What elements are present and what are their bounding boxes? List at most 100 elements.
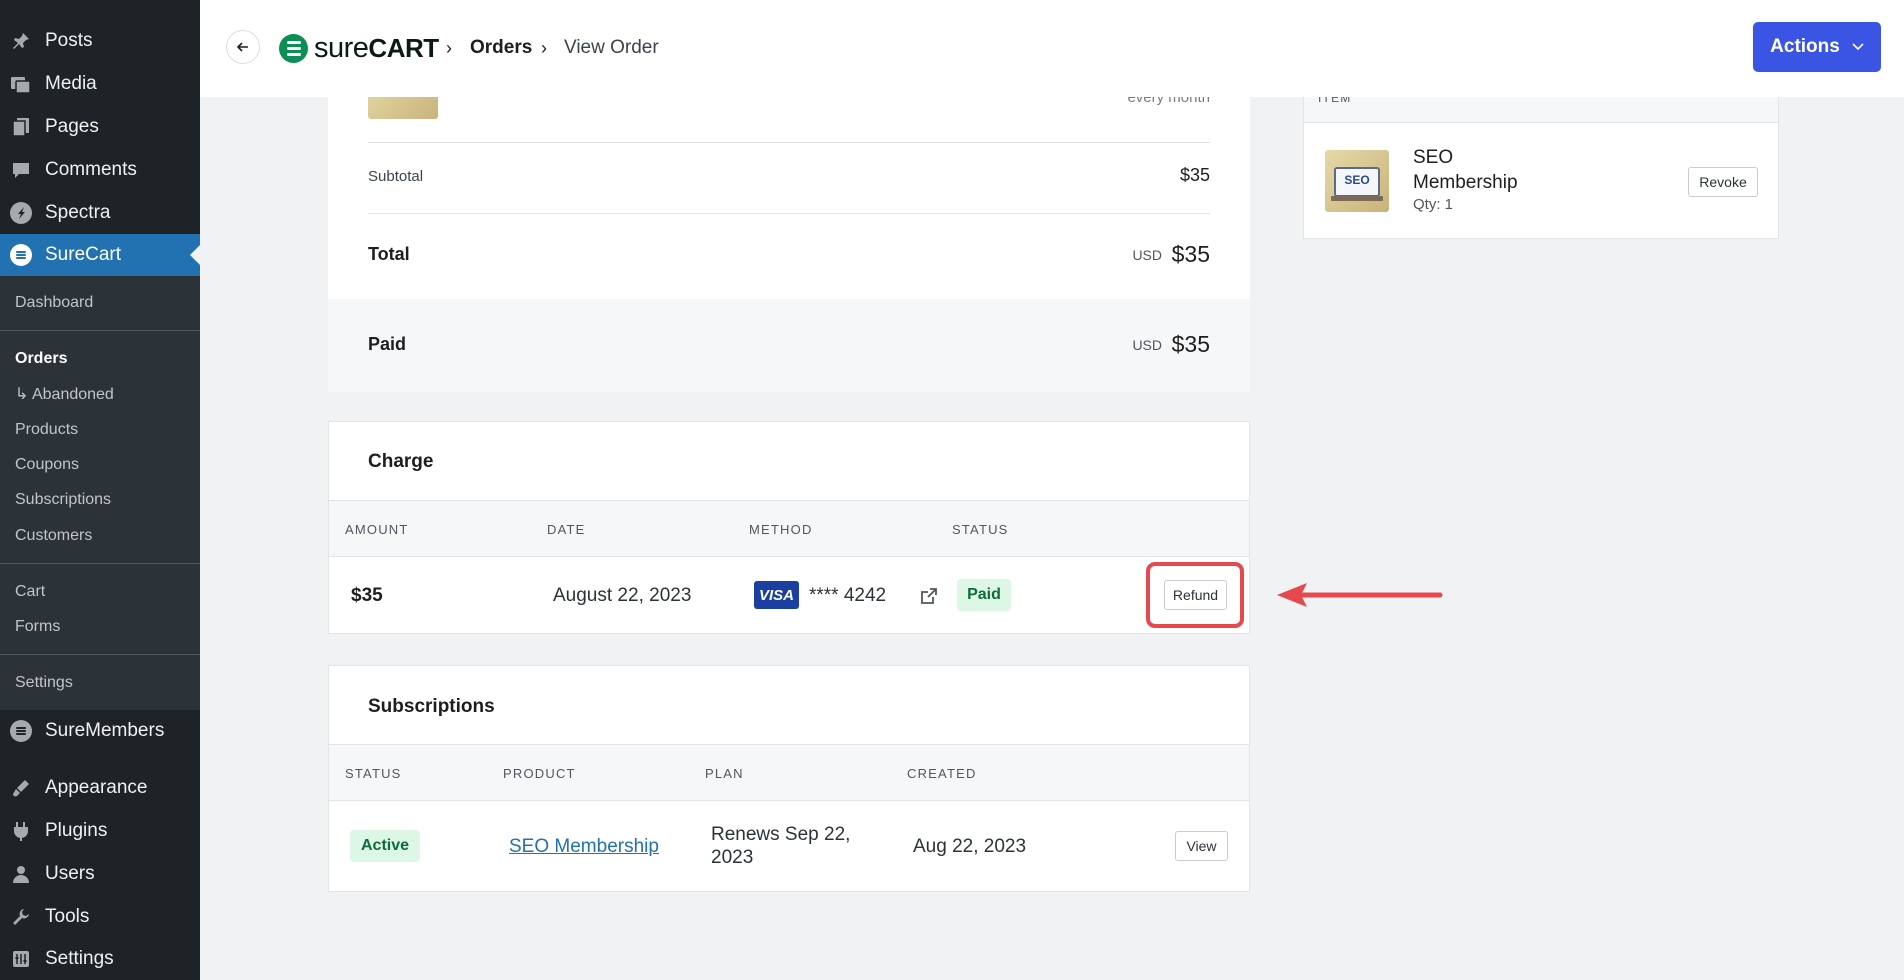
menu-label: Tools <box>45 906 90 927</box>
chevron-down-icon <box>1852 43 1864 51</box>
menu-label: Settings <box>45 948 114 969</box>
view-button[interactable]: View <box>1175 831 1228 861</box>
purchases-header: ITEM <box>1304 97 1778 123</box>
surecart-icon <box>10 244 32 266</box>
plan-line-2: 2023 <box>711 847 754 868</box>
pin-icon <box>10 30 32 52</box>
appearance-icon <box>10 777 32 799</box>
menu-label: Plugins <box>45 820 108 841</box>
item-quantity: Qty: 1 <box>1413 196 1454 213</box>
chevron-right-icon: › <box>446 38 452 58</box>
pages-icon <box>10 116 32 138</box>
menu-posts[interactable]: Posts <box>0 20 200 62</box>
divider <box>368 213 1210 214</box>
submenu-customers[interactable]: Customers <box>15 526 92 546</box>
highlight-box <box>1146 562 1244 628</box>
submenu-products[interactable]: Products <box>15 420 78 440</box>
column-header: METHOD <box>749 522 813 537</box>
card-number: **** 4242 <box>809 585 887 606</box>
actions-button[interactable]: Actions <box>1753 22 1881 72</box>
total-value: $35 <box>1171 241 1210 267</box>
submenu-coupons[interactable]: Coupons <box>15 455 79 475</box>
back-button[interactable] <box>226 30 260 64</box>
item-name-line-1: SEO <box>1413 147 1454 168</box>
submenu-forms[interactable]: Forms <box>15 617 60 637</box>
plugin-icon <box>10 820 32 842</box>
menu-users[interactable]: Users <box>0 853 200 895</box>
arrow-annotation <box>1277 583 1443 607</box>
breadcrumb-orders[interactable]: Orders <box>470 37 532 59</box>
menu-label: Pages <box>45 116 99 137</box>
column-header: PLAN <box>705 766 744 781</box>
status-badge: Paid <box>957 579 1011 611</box>
menu-comments[interactable]: Comments <box>0 149 200 191</box>
paid-value: $35 <box>1171 331 1210 357</box>
paid-currency: USD <box>1132 337 1162 353</box>
charge-table-header: AMOUNT DATE METHOD STATUS <box>329 500 1249 557</box>
table-row: $35 August 22, 2023 VISA **** 4242 Paid … <box>329 557 1249 633</box>
menu-settings[interactable]: Settings <box>0 938 200 980</box>
subscriptions-title: Subscriptions <box>368 696 495 717</box>
menu-label: Users <box>45 863 95 884</box>
created-date: Aug 22, 2023 <box>913 836 1027 857</box>
charge-date: August 22, 2023 <box>553 585 692 606</box>
menu-label: Media <box>45 73 97 94</box>
page-header: sureCART › Orders › View Order Actions <box>200 0 1904 97</box>
menu-plugins[interactable]: Plugins <box>0 810 200 852</box>
divider <box>0 330 200 331</box>
arrow-left-icon <box>236 42 248 52</box>
visa-card-icon: VISA <box>754 581 799 609</box>
column-header: STATUS <box>952 522 1009 537</box>
revoke-button[interactable]: Revoke <box>1688 167 1758 197</box>
table-row: Active SEO Membership Renews Sep 22, 202… <box>329 801 1249 891</box>
order-summary-card: every month Subtotal $35 Total USD $35 P… <box>328 77 1250 392</box>
user-icon <box>10 863 32 885</box>
submenu-abandoned[interactable]: ↳ Abandoned <box>15 385 114 405</box>
submenu-dashboard[interactable]: Dashboard <box>15 293 93 313</box>
menu-suremembers[interactable]: SureMembers <box>0 710 200 752</box>
divider <box>368 142 1210 143</box>
submenu-cart[interactable]: Cart <box>15 582 45 602</box>
menu-label: Comments <box>45 159 137 180</box>
external-link-icon[interactable] <box>919 586 939 606</box>
spectra-icon <box>10 202 32 224</box>
product-link[interactable]: SEO Membership <box>509 836 659 858</box>
divider <box>0 563 200 564</box>
charge-card: Charge AMOUNT DATE METHOD STATUS $35 Aug… <box>328 421 1250 634</box>
column-header: CREATED <box>907 766 977 781</box>
breadcrumb-current: View Order <box>564 37 659 58</box>
total-currency: USD <box>1132 247 1162 263</box>
submenu-orders[interactable]: Orders <box>15 349 67 369</box>
menu-media[interactable]: Media <box>0 63 200 105</box>
menu-label: Appearance <box>45 777 148 798</box>
menu-surecart[interactable]: SureCart <box>0 234 200 276</box>
menu-tools[interactable]: Tools <box>0 896 200 938</box>
column-header: DATE <box>547 522 586 537</box>
subscriptions-table-header: STATUS PRODUCT PLAN CREATED <box>329 744 1249 801</box>
chevron-right-icon: › <box>541 38 547 58</box>
actions-label: Actions <box>1770 36 1840 57</box>
comment-icon <box>10 159 32 181</box>
submenu-subscriptions[interactable]: Subscriptions <box>15 490 111 510</box>
paid-label: Paid <box>368 334 407 354</box>
menu-pages[interactable]: Pages <box>0 106 200 148</box>
submenu-settings[interactable]: Settings <box>15 673 73 693</box>
paid-row: Paid USD $35 <box>328 299 1250 392</box>
menu-spectra[interactable]: Spectra <box>0 192 200 234</box>
wrench-icon <box>10 906 32 928</box>
suremembers-icon <box>10 720 32 742</box>
card-brand: VISA <box>758 586 794 604</box>
product-thumbnail: SEO <box>1325 150 1389 212</box>
charge-title: Charge <box>368 451 434 472</box>
plan-line-1: Renews Sep 22, <box>711 824 851 845</box>
column-header: AMOUNT <box>345 522 409 537</box>
media-icon <box>10 73 32 95</box>
menu-label: SureCart <box>45 244 122 265</box>
purchases-card: ITEM SEO SEO Membership Qty: 1 Revoke <box>1303 97 1779 239</box>
column-header: PRODUCT <box>503 766 576 781</box>
settings-icon <box>10 948 32 970</box>
surecart-logo: sureCART <box>279 32 439 65</box>
admin-sidebar: Posts Media Pages Comments Spectra SureC… <box>0 0 200 980</box>
menu-appearance[interactable]: Appearance <box>0 767 200 809</box>
subtotal-value: $35 <box>1179 165 1210 185</box>
